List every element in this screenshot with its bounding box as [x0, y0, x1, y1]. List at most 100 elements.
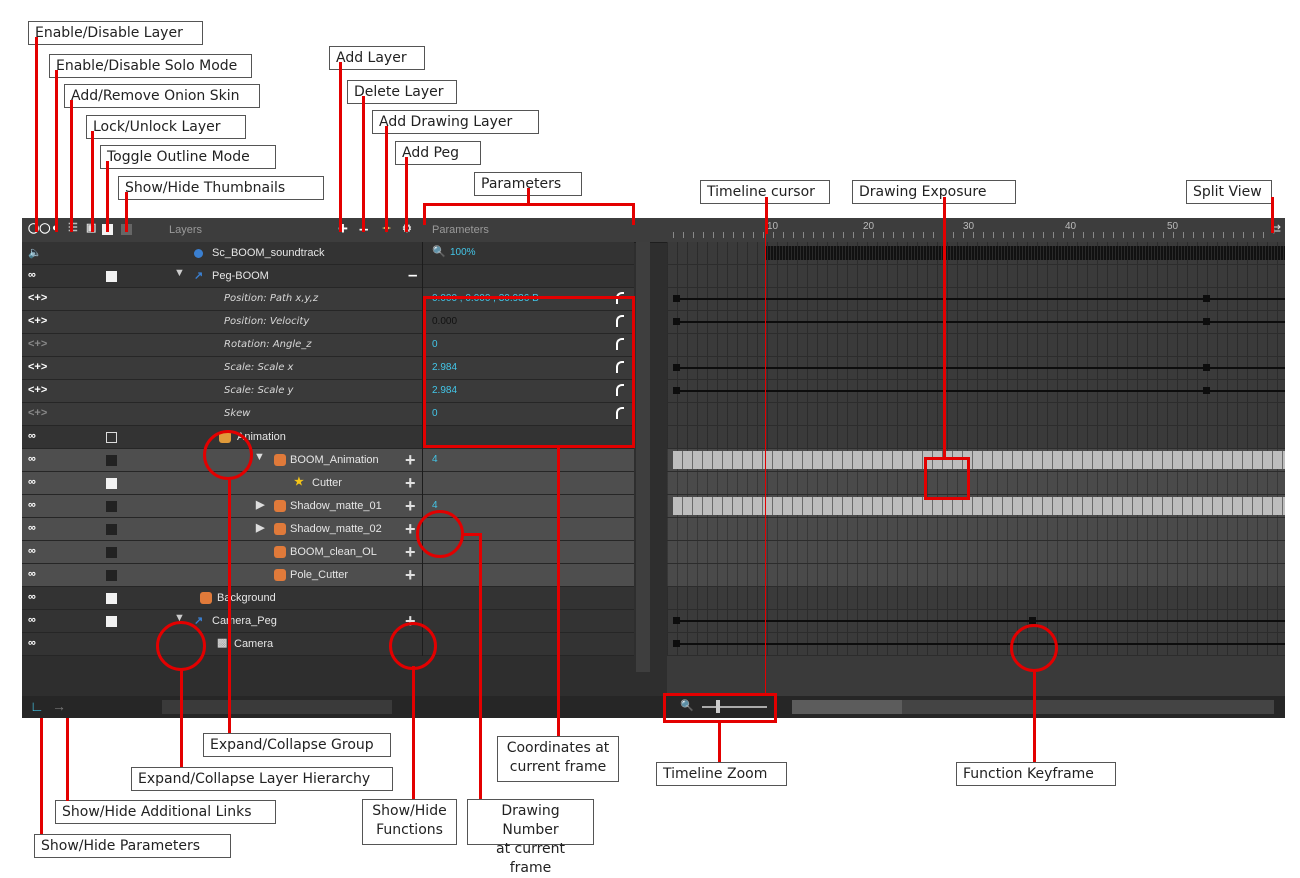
bottom-toolbar: ∟ → 🔍: [22, 696, 1285, 718]
timeline-row[interactable]: [667, 380, 1285, 403]
outline-icon[interactable]: [106, 455, 117, 466]
keyframe-marker[interactable]: [673, 318, 680, 325]
keyframe-marker[interactable]: [673, 295, 680, 302]
callout-outline-mode: Toggle Outline Mode: [100, 145, 276, 169]
callout-expand-collapse-hierarchy: Expand/Collapse Layer Hierarchy: [131, 767, 393, 791]
collapse-triangle-icon[interactable]: ▼: [254, 451, 265, 463]
show-functions-plus-icon[interactable]: +: [405, 542, 416, 563]
layer-row[interactable]: ∞ BOOM_clean_OL +: [22, 541, 634, 564]
frame-ruler[interactable]: 10 20 30 40 50 ⇄: [667, 218, 1285, 243]
show-hide-links-icon[interactable]: →: [52, 698, 66, 714]
timeline-row[interactable]: [667, 587, 1285, 610]
keyframe-marker[interactable]: [673, 387, 680, 394]
navigate-keyframe-icon[interactable]: <+>: [28, 384, 47, 396]
outline-icon[interactable]: [106, 616, 117, 627]
layer-row[interactable]: ∞ ★ Cutter +: [22, 472, 634, 495]
enable-layer-icon[interactable]: ∞: [28, 499, 36, 511]
keyframe-marker[interactable]: [1203, 318, 1210, 325]
outline-icon[interactable]: [106, 570, 117, 581]
enable-layer-icon[interactable]: ∞: [28, 476, 36, 488]
outline-icon[interactable]: [106, 432, 117, 443]
keyframe-marker[interactable]: [673, 364, 680, 371]
timeline-row[interactable]: [667, 403, 1285, 426]
timeline-row[interactable]: [667, 495, 1285, 518]
timeline-row[interactable]: [667, 564, 1285, 587]
scrollbar-thumb[interactable]: [792, 700, 902, 714]
show-functions-plus-icon[interactable]: +: [405, 496, 416, 517]
timeline-row[interactable]: [667, 311, 1285, 334]
layer-row[interactable]: ∞ ▩ Camera: [22, 633, 634, 656]
keyframe-marker[interactable]: [1203, 387, 1210, 394]
timeline-row[interactable]: [667, 265, 1285, 288]
keyframe-marker[interactable]: [1029, 617, 1036, 624]
leader-line: [35, 37, 38, 232]
navigate-keyframe-icon[interactable]: <+>: [28, 361, 47, 373]
enable-layer-icon[interactable]: ∞: [28, 591, 36, 603]
enable-disable-all-icon[interactable]: ◯◯: [28, 223, 50, 234]
outline-icon[interactable]: [106, 478, 117, 489]
layer-row[interactable]: ∞ ▼ BOOM_Animation + 4: [22, 449, 634, 472]
speaker-icon[interactable]: 🔈: [28, 246, 42, 259]
timeline-row[interactable]: [667, 472, 1285, 495]
navigate-keyframe-icon[interactable]: <+>: [28, 292, 47, 304]
layer-row[interactable]: ∞ ▶ Shadow_matte_02 +: [22, 518, 634, 541]
layer-row[interactable]: ∞ Pole_Cutter +: [22, 564, 634, 587]
enable-layer-icon[interactable]: ∞: [28, 453, 36, 465]
show-functions-plus-icon[interactable]: +: [405, 450, 416, 471]
keyframe-marker[interactable]: [673, 640, 680, 647]
xsheet-timeline[interactable]: 10 20 30 40 50 ⇄: [667, 218, 1285, 718]
show-functions-plus-icon[interactable]: +: [405, 565, 416, 586]
outline-icon[interactable]: [106, 547, 117, 558]
timeline-row[interactable]: [667, 541, 1285, 564]
navigate-keyframe-icon[interactable]: <+>: [28, 338, 47, 350]
show-hide-parameters-icon[interactable]: ∟: [30, 698, 44, 714]
timeline-row[interactable]: [667, 610, 1285, 633]
layer-row[interactable]: ∞ ▼ ↗ Peg-BOOM –: [22, 265, 634, 288]
collapse-triangle-icon[interactable]: ▼: [174, 267, 185, 279]
timeline-row[interactable]: [667, 334, 1285, 357]
param-name: Scale: Scale x: [224, 362, 294, 373]
timeline-row[interactable]: [667, 357, 1285, 380]
layer-row[interactable]: ∞ ▶ Shadow_matte_01 + 4: [22, 495, 634, 518]
navigate-keyframe-icon[interactable]: <+>: [28, 315, 47, 327]
timeline-row[interactable]: [667, 288, 1285, 311]
timeline-row[interactable]: [667, 449, 1285, 472]
outline-icon[interactable]: [106, 524, 117, 535]
enable-layer-icon[interactable]: ∞: [28, 522, 36, 534]
enable-layer-icon[interactable]: ∞: [28, 568, 36, 580]
callout-enable-disable-layer: Enable/Disable Layer: [28, 21, 203, 45]
callout-function-keyframe: Function Keyframe: [956, 762, 1116, 786]
outline-icon[interactable]: [106, 593, 117, 604]
layer-name: Pole_Cutter: [290, 569, 349, 581]
timeline-cursor[interactable]: [765, 218, 766, 696]
keyframe-marker[interactable]: [1203, 295, 1210, 302]
enable-layer-icon[interactable]: ∞: [28, 614, 36, 626]
timeline-row[interactable]: [667, 518, 1285, 541]
keyframe-marker[interactable]: [673, 617, 680, 624]
enable-layer-icon[interactable]: ∞: [28, 637, 36, 649]
navigate-keyframe-icon[interactable]: <+>: [28, 407, 47, 419]
outline-icon[interactable]: [106, 501, 117, 512]
highlight-ring: [1010, 624, 1058, 672]
layer-row[interactable]: ∞ ▼ ↗ Camera_Peg +: [22, 610, 634, 633]
enable-layer-icon[interactable]: ∞: [28, 430, 36, 442]
layers-horizontal-scrollbar[interactable]: [162, 700, 392, 714]
minus-icon[interactable]: –: [408, 265, 417, 285]
ruler-label: 10: [767, 221, 779, 232]
sound-waveform: [765, 246, 1285, 260]
timeline-row[interactable]: [667, 242, 1285, 265]
keyframe-marker[interactable]: [1203, 364, 1210, 371]
expand-triangle-icon[interactable]: ▶: [256, 521, 264, 534]
timeline-row[interactable]: [667, 633, 1285, 656]
expand-triangle-icon[interactable]: ▶: [256, 498, 264, 511]
timeline-row[interactable]: [667, 426, 1285, 449]
show-functions-plus-icon[interactable]: +: [405, 519, 416, 540]
show-functions-plus-icon[interactable]: +: [405, 473, 416, 494]
outline-icon[interactable]: [106, 271, 117, 282]
enable-layer-icon[interactable]: ∞: [28, 269, 36, 281]
layer-row[interactable]: ∞ Background: [22, 587, 634, 610]
layer-row[interactable]: 🔈 Sc_BOOM_soundtrack 100% 🔍: [22, 242, 634, 265]
layer-list-scrollbar[interactable]: [636, 242, 650, 672]
enable-layer-icon[interactable]: ∞: [28, 545, 36, 557]
leader-line: [106, 161, 109, 232]
